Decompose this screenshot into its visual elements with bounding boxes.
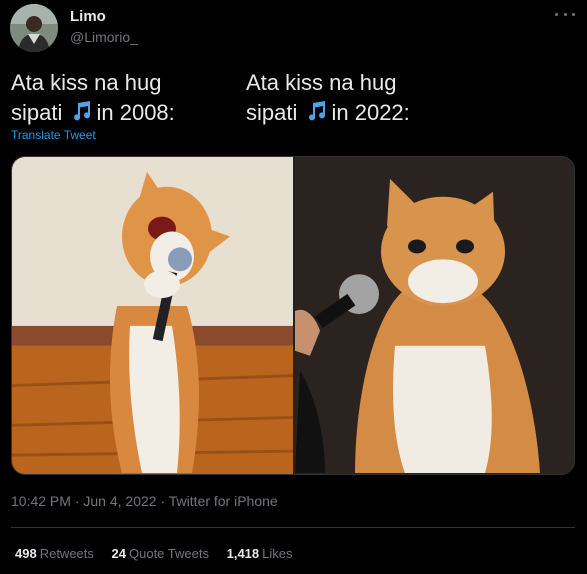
tweet-date[interactable]: Jun 4, 2022 [83,493,156,509]
quotes-stat[interactable]: 24 Quote Tweets [112,546,209,561]
avatar[interactable] [10,4,58,52]
musical-notes-icon [70,99,94,131]
divider [11,527,575,528]
tweet-text-word: in 2022: [331,100,410,125]
tweet-text-line: Ata kiss na hug [246,70,397,95]
tweet-time[interactable]: 10:42 PM [11,493,71,509]
display-name[interactable]: Limo [70,8,138,26]
quotes-label: Quote Tweets [129,546,209,561]
photo-singing-cat[interactable] [12,157,293,474]
meta-separator: · [156,493,169,509]
retweets-stat[interactable]: 498 Retweets [15,546,94,561]
engagement-stats: 498 Retweets 24 Quote Tweets 1,418 Likes [15,546,307,561]
retweets-count: 498 [15,546,37,561]
tweet-text-word: in 2008: [96,100,175,125]
quotes-count: 24 [111,546,126,561]
likes-stat[interactable]: 1,418 Likes [227,546,293,561]
tweet-source[interactable]: Twitter for iPhone [169,493,278,509]
handle[interactable]: @Limorio_ [70,27,138,47]
translate-tweet-link[interactable]: Translate Tweet [11,128,96,142]
tweet-text-right: Ata kiss na hug sipati in 2022: [246,68,410,131]
photo-crying-cat[interactable] [295,157,574,474]
avatar-image [10,4,58,52]
tweet-text-left: Ata kiss na hug sipati in 2008: [11,68,175,131]
meta-separator: · [70,493,84,509]
musical-notes-icon [305,99,329,131]
more-options-icon[interactable] [555,6,575,22]
retweets-label: Retweets [39,546,94,561]
author-info: Limo @Limorio_ [70,8,138,47]
likes-count: 1,418 [226,546,260,561]
tweet-media[interactable] [11,156,575,475]
tweet-text-line: Ata kiss na hug [11,70,162,95]
tweet-text-word: sipati [246,100,298,125]
likes-label: Likes [262,546,293,561]
tweet-text-word: sipati [11,100,63,125]
tweet-card: Limo @Limorio_ Ata kiss na hug sipati in… [0,0,587,574]
tweet-metadata: 10:42 PM · Jun 4, 2022 · Twitter for iPh… [11,493,278,509]
